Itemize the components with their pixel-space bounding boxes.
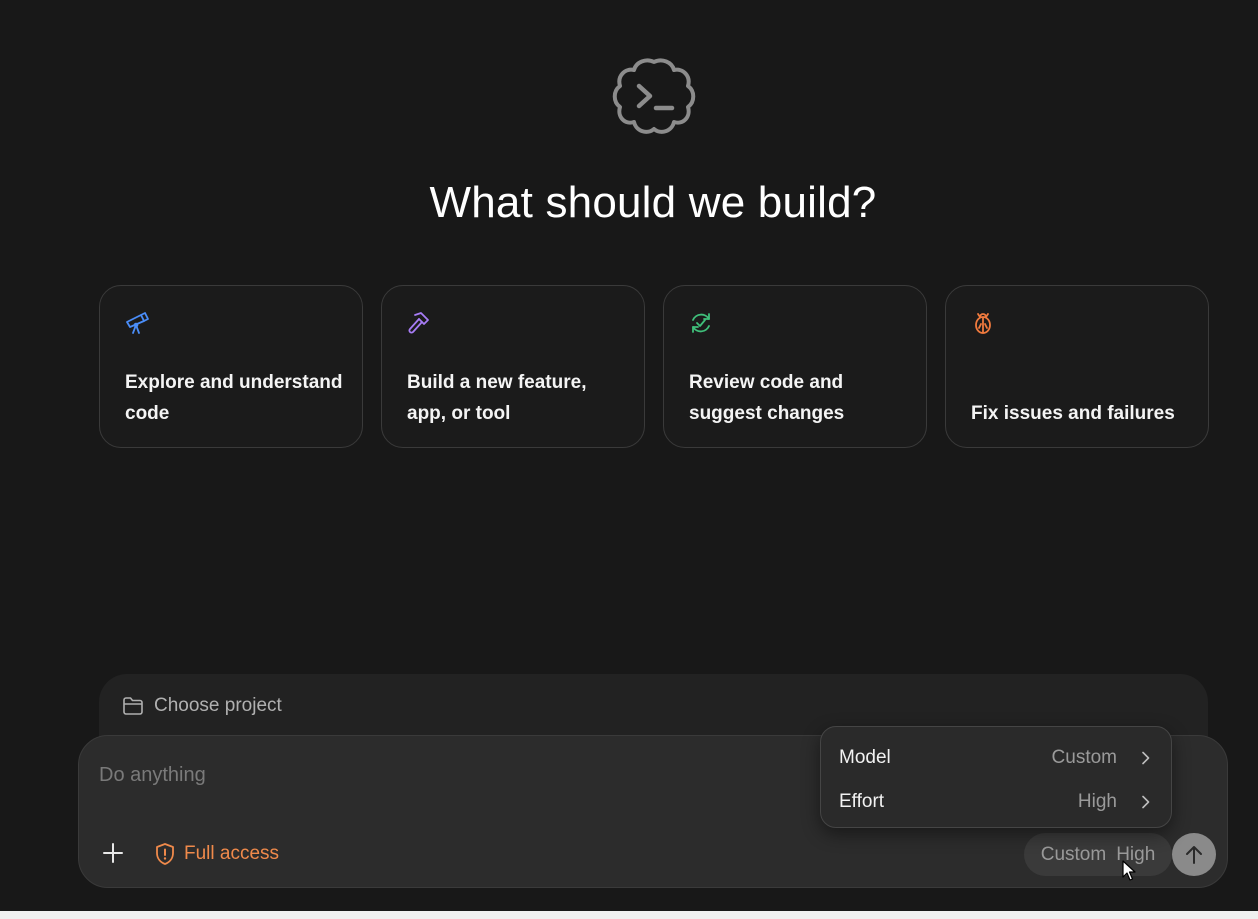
suggestion-card-build[interactable]: Build a new feature, app, or tool [381,285,645,448]
bug-icon [975,313,991,334]
menu-item-effort[interactable]: Effort High [821,782,1171,822]
choose-project-label: Choose project [154,695,282,716]
app-logo-icon [612,58,696,134]
card-label: Explore and understand code [125,372,343,424]
arrow-up-icon [1186,845,1202,864]
access-mode-label: Full access [184,843,280,864]
hammer-icon [408,312,429,334]
chevron-right-icon [1142,795,1150,809]
bottom-edge [0,911,1258,919]
chevron-right-icon [1142,751,1150,765]
choose-project-button[interactable]: Choose project [122,690,282,722]
model-effort-selector[interactable]: Custom High [1024,833,1172,876]
menu-item-value: High [1077,791,1117,812]
send-button[interactable] [1172,833,1216,876]
card-label: Fix issues and failures [971,403,1175,424]
plus-icon [103,843,123,863]
access-mode-button[interactable]: Full access [154,840,279,868]
menu-item-label: Model [839,747,891,768]
model-settings-menu: Model Custom Effort High [820,726,1172,828]
card-label: Build a new feature, app, or tool [407,372,587,424]
page-title: What should we build? [429,178,877,227]
suggestion-card-fix[interactable]: Fix issues and failures [945,285,1209,448]
model-value: Custom [1040,843,1107,865]
menu-item-value: Custom [1051,747,1117,768]
add-attachment-button[interactable] [100,838,126,868]
prompt-input[interactable] [97,758,801,792]
menu-item-model[interactable]: Model Custom [821,738,1171,778]
suggestion-card-explore[interactable]: Explore and understand code [99,285,363,448]
menu-item-label: Effort [839,791,885,812]
telescope-icon [126,312,149,334]
folder-icon [123,697,143,715]
refresh-check-icon [692,313,710,333]
suggestion-card-review[interactable]: Review code and suggest changes [663,285,927,448]
card-label: Review code and suggest changes [689,372,845,424]
shield-alert-icon [156,843,174,865]
mouse-cursor-icon [1122,860,1136,881]
